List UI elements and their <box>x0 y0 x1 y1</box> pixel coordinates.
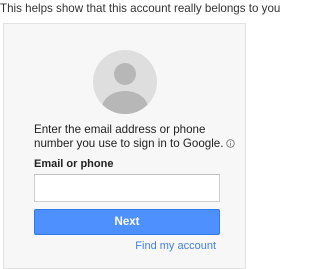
next-button[interactable]: Next <box>34 209 220 235</box>
email-field-label: Email or phone <box>34 158 114 170</box>
account-recovery-page: This helps show that this account really… <box>0 0 281 269</box>
find-my-account-link[interactable]: Find my account <box>135 240 216 252</box>
info-icon[interactable] <box>226 138 236 152</box>
instruction-text: Enter the email address or phone number … <box>34 123 240 152</box>
signin-card: Enter the email address or phone number … <box>3 23 246 269</box>
email-or-phone-input[interactable] <box>34 174 220 202</box>
instruction-label: Enter the email address or phone number … <box>34 123 224 150</box>
header-message: This helps show that this account really… <box>0 2 281 15</box>
default-user-avatar-icon <box>93 50 157 114</box>
